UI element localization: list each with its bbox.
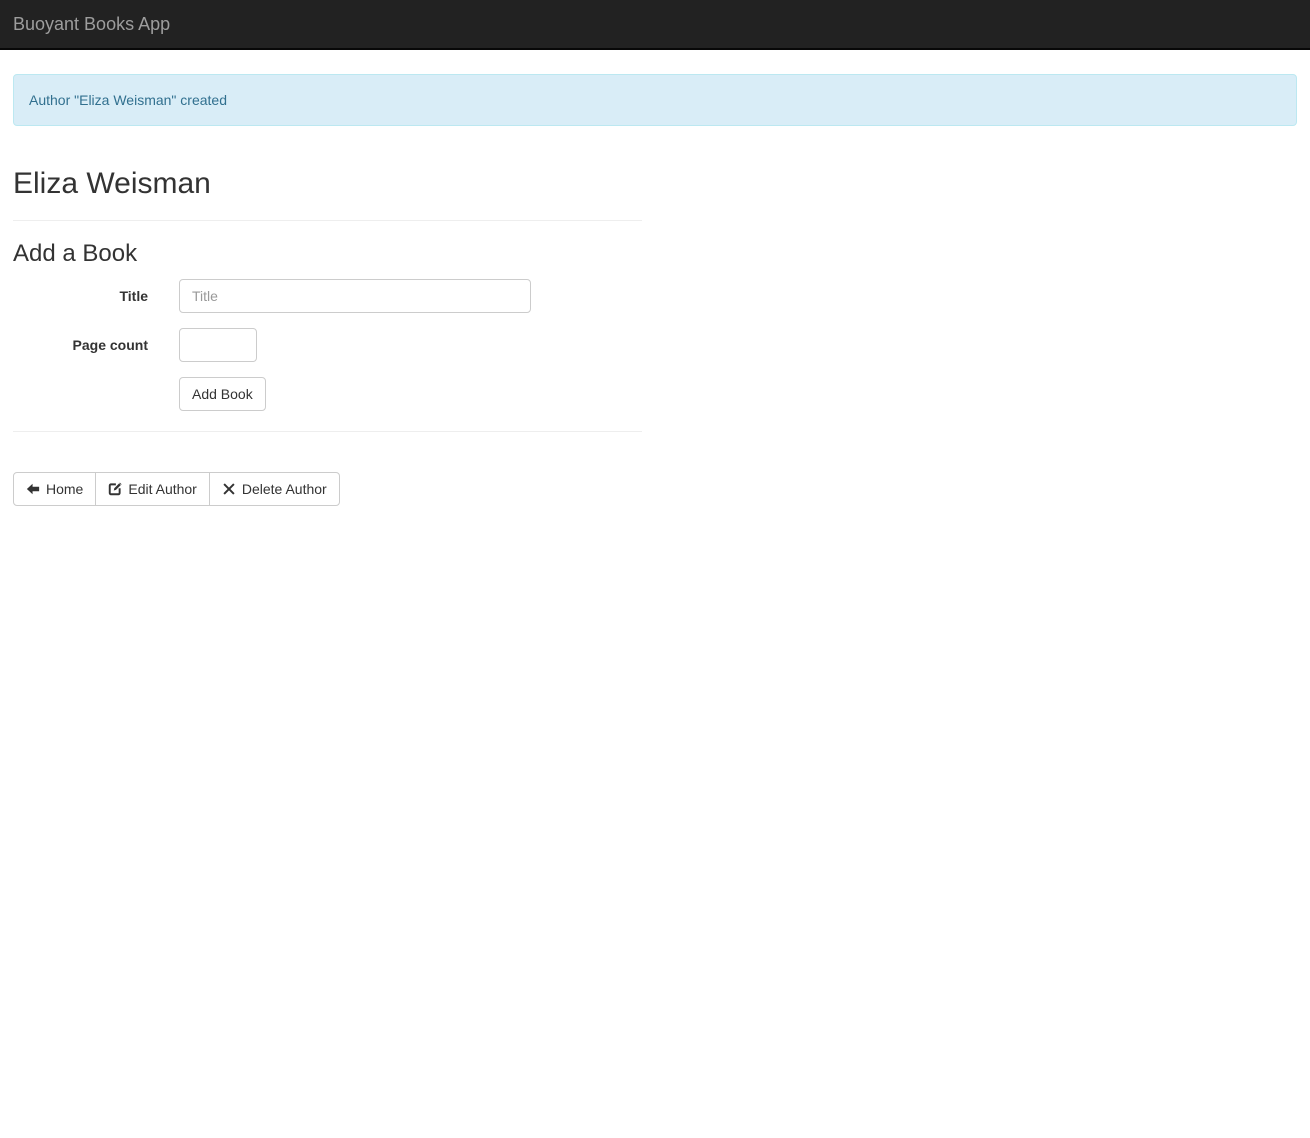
page-count-label: Page count xyxy=(13,328,179,362)
page-count-input[interactable] xyxy=(179,328,257,362)
submit-form-group: Add Book xyxy=(13,377,642,411)
alert-message: Author "Eliza Weisman" created xyxy=(29,92,227,108)
submit-label-spacer xyxy=(13,377,179,411)
divider-bottom xyxy=(13,431,642,432)
arrow-left-icon xyxy=(26,482,40,496)
page-title: Eliza Weisman xyxy=(13,167,642,200)
navbar: Buoyant Books App xyxy=(0,0,1310,50)
navbar-brand-link[interactable]: Buoyant Books App xyxy=(13,14,170,34)
remove-x-icon xyxy=(222,482,236,496)
title-form-group: Title xyxy=(13,279,642,313)
delete-author-button[interactable]: Delete Author xyxy=(209,472,340,506)
page-count-form-group: Page count xyxy=(13,328,642,362)
divider-top xyxy=(13,220,642,221)
edit-author-button-label: Edit Author xyxy=(128,479,197,499)
author-detail-column: Eliza Weisman Add a Book Title Page coun… xyxy=(13,167,642,506)
add-book-heading: Add a Book xyxy=(13,241,642,267)
add-book-button[interactable]: Add Book xyxy=(179,377,266,411)
home-button[interactable]: Home xyxy=(13,472,96,506)
title-input[interactable] xyxy=(179,279,531,313)
author-actions-button-group: Home Edit Author Delet xyxy=(13,472,340,506)
edit-author-button[interactable]: Edit Author xyxy=(95,472,210,506)
delete-author-button-label: Delete Author xyxy=(242,479,327,499)
alert-info: Author "Eliza Weisman" created xyxy=(13,74,1297,126)
title-label: Title xyxy=(13,279,179,313)
main-content: Author "Eliza Weisman" created Eliza Wei… xyxy=(0,74,1310,506)
home-button-label: Home xyxy=(46,479,83,499)
add-book-form: Title Page count Add Book xyxy=(13,277,642,411)
edit-pencil-square-icon xyxy=(108,482,122,496)
